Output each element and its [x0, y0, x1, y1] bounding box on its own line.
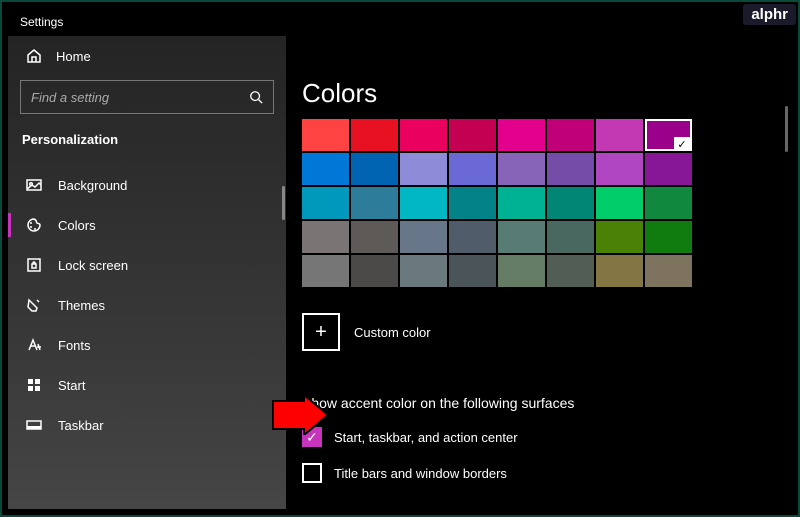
main-panel: Colors + Custom color Show accent color …	[286, 36, 792, 509]
color-swatch[interactable]	[351, 255, 398, 287]
main-scrollbar[interactable]	[780, 106, 788, 503]
palette-row	[302, 221, 792, 253]
surface-option: Title bars and window borders	[302, 463, 792, 483]
color-swatch[interactable]	[498, 187, 545, 219]
color-swatch[interactable]	[400, 153, 447, 185]
color-swatch[interactable]	[547, 153, 594, 185]
color-swatch[interactable]	[547, 119, 594, 151]
home-icon	[26, 48, 42, 64]
checkbox[interactable]	[302, 463, 322, 483]
color-swatch[interactable]	[498, 221, 545, 253]
color-swatch[interactable]	[645, 255, 692, 287]
color-swatch[interactable]	[400, 255, 447, 287]
surfaces-heading: Show accent color on the following surfa…	[302, 395, 792, 411]
sidebar-scroll-thumb[interactable]	[282, 186, 285, 220]
color-swatch[interactable]	[547, 187, 594, 219]
sidebar-item-colors[interactable]: Colors	[8, 205, 286, 245]
sidebar: Home Personalization Background Colors Loc…	[8, 36, 286, 509]
surface-option: Start, taskbar, and action center	[302, 427, 792, 447]
color-palette	[302, 119, 792, 287]
color-swatch[interactable]	[449, 187, 496, 219]
window-title: Settings	[20, 15, 63, 29]
search-icon	[249, 90, 263, 104]
color-swatch[interactable]	[498, 119, 545, 151]
sidebar-item-background[interactable]: Background	[8, 165, 286, 205]
color-swatch[interactable]	[351, 119, 398, 151]
search-box[interactable]	[20, 80, 274, 114]
taskbar-icon	[26, 417, 42, 433]
nav-list: Background Colors Lock screen Themes Fonts St…	[8, 161, 286, 445]
color-swatch[interactable]	[498, 153, 545, 185]
color-swatch[interactable]	[596, 221, 643, 253]
color-swatch[interactable]	[302, 187, 349, 219]
sidebar-item-lock-screen[interactable]: Lock screen	[8, 245, 286, 285]
color-swatch[interactable]	[645, 221, 692, 253]
settings-window: Settings Home Personalization Back	[8, 8, 792, 509]
themes-icon	[26, 297, 42, 313]
search-input[interactable]	[31, 90, 249, 105]
sidebar-item-taskbar[interactable]: Taskbar	[8, 405, 286, 445]
palette-row	[302, 119, 792, 151]
custom-color-label: Custom color	[354, 325, 431, 340]
color-swatch[interactable]	[351, 221, 398, 253]
color-swatch[interactable]	[449, 153, 496, 185]
picture-icon	[26, 177, 42, 193]
sidebar-item-label: Themes	[58, 298, 105, 313]
main-scroll-thumb[interactable]	[785, 106, 788, 152]
custom-color-button[interactable]: +	[302, 313, 340, 351]
color-swatch[interactable]	[449, 255, 496, 287]
color-swatch[interactable]	[449, 119, 496, 151]
color-swatch[interactable]	[547, 255, 594, 287]
home-nav[interactable]: Home	[8, 36, 286, 74]
palette-row	[302, 187, 792, 219]
sidebar-item-label: Lock screen	[58, 258, 128, 273]
color-swatch[interactable]	[302, 153, 349, 185]
lockscreen-icon	[26, 257, 42, 273]
color-swatch[interactable]	[302, 221, 349, 253]
palette-row	[302, 255, 792, 287]
color-swatch[interactable]	[645, 153, 692, 185]
sidebar-item-themes[interactable]: Themes	[8, 285, 286, 325]
sidebar-item-start[interactable]: Start	[8, 365, 286, 405]
checkbox-label: Title bars and window borders	[334, 466, 507, 481]
sidebar-scrollbar[interactable]	[276, 186, 286, 509]
page-title: Colors	[302, 78, 792, 109]
color-swatch[interactable]	[547, 221, 594, 253]
checkbox[interactable]	[302, 427, 322, 447]
titlebar: Settings	[8, 8, 792, 36]
color-swatch[interactable]	[645, 187, 692, 219]
color-swatch[interactable]	[400, 119, 447, 151]
palette-row	[302, 153, 792, 185]
sidebar-item-label: Colors	[58, 218, 96, 233]
start-icon	[26, 377, 42, 393]
section-title: Personalization	[8, 128, 286, 161]
color-swatch[interactable]	[351, 187, 398, 219]
color-swatch[interactable]	[400, 187, 447, 219]
sidebar-item-label: Start	[58, 378, 85, 393]
color-swatch[interactable]	[596, 255, 643, 287]
watermark-badge: alphr	[743, 4, 796, 25]
color-swatch[interactable]	[302, 255, 349, 287]
fonts-icon	[26, 337, 42, 353]
sidebar-item-label: Background	[58, 178, 127, 193]
color-swatch[interactable]	[400, 221, 447, 253]
color-swatch[interactable]	[596, 119, 643, 151]
plus-icon: +	[315, 321, 327, 344]
color-swatch[interactable]	[645, 119, 692, 151]
color-swatch[interactable]	[596, 187, 643, 219]
color-swatch[interactable]	[302, 119, 349, 151]
color-swatch[interactable]	[449, 221, 496, 253]
sidebar-item-fonts[interactable]: Fonts	[8, 325, 286, 365]
surfaces-checklist: Start, taskbar, and action center Title b…	[302, 427, 792, 483]
color-swatch[interactable]	[596, 153, 643, 185]
home-label: Home	[56, 49, 91, 64]
color-swatch[interactable]	[498, 255, 545, 287]
sidebar-item-label: Fonts	[58, 338, 91, 353]
palette-icon	[26, 217, 42, 233]
color-swatch[interactable]	[351, 153, 398, 185]
checkbox-label: Start, taskbar, and action center	[334, 430, 518, 445]
sidebar-item-label: Taskbar	[58, 418, 104, 433]
